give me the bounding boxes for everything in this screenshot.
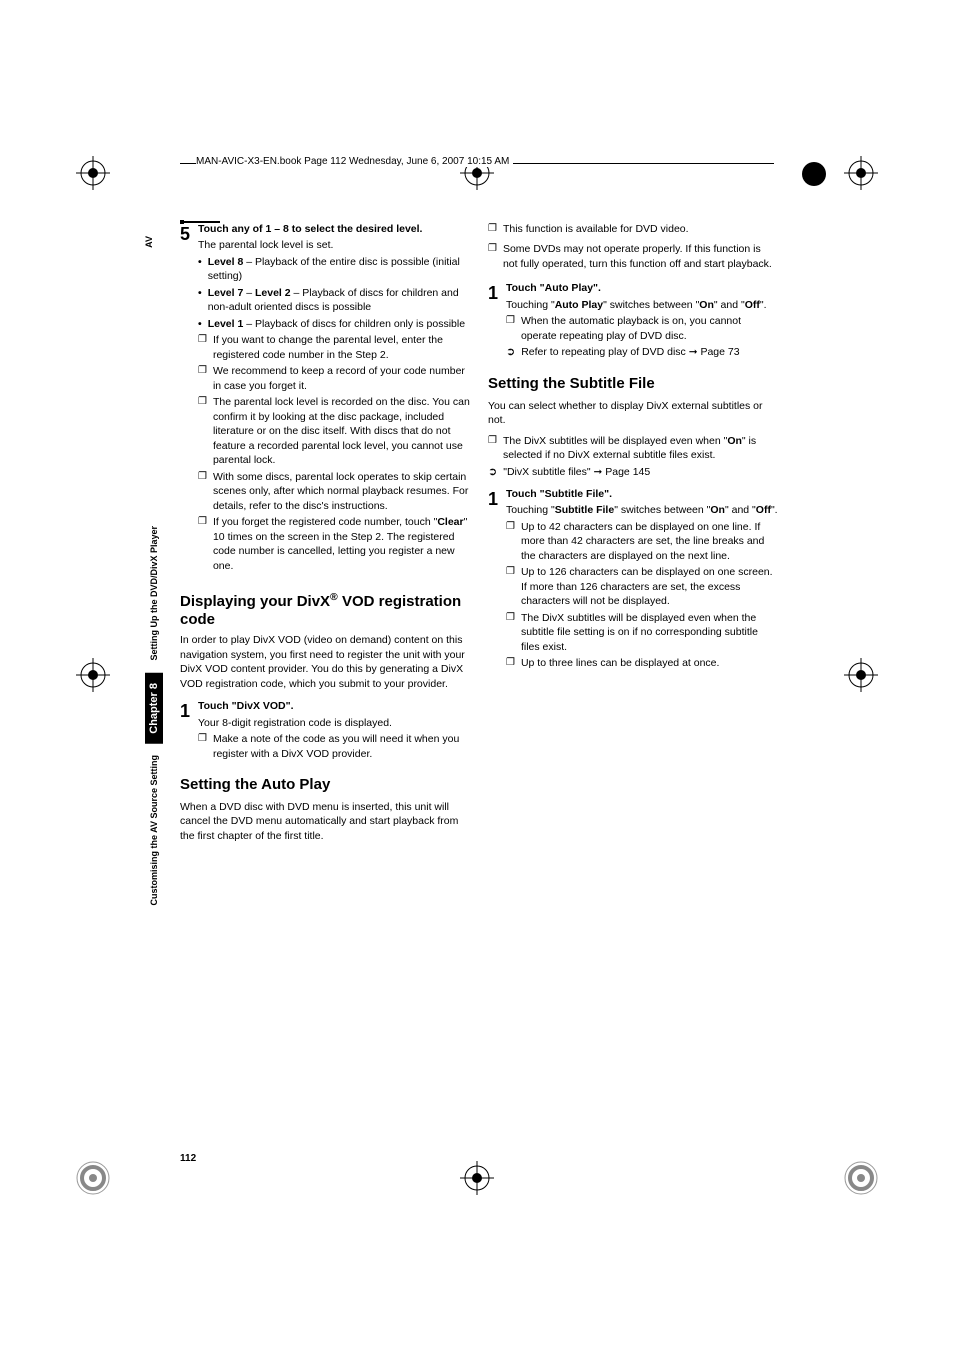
step-title: Touch "Subtitle File". xyxy=(506,487,778,501)
body-text: Up to three lines can be displayed at on… xyxy=(521,656,719,670)
bullet-icon xyxy=(198,286,202,315)
body-text: When the automatic playback is on, you c… xyxy=(521,314,778,343)
note-icon: ❐ xyxy=(506,565,515,608)
register-dot-icon xyxy=(802,162,826,186)
body-text: The DivX subtitles will be displayed eve… xyxy=(521,611,778,654)
header-text: MAN-AVIC-X3-EN.book Page 112 Wednesday, … xyxy=(196,156,513,167)
body-text: Make a note of the code as you will need… xyxy=(213,732,470,761)
corner-rule xyxy=(184,221,220,223)
register-mark-icon xyxy=(76,1161,110,1195)
body-text: The parental lock level is set. xyxy=(198,238,470,252)
body-text: If you forget the registered code number… xyxy=(213,515,470,573)
body-text: Level 7 – Level 2 – Playback of discs fo… xyxy=(208,286,470,315)
note-icon: ❐ xyxy=(198,515,207,573)
step-number: 1 xyxy=(488,281,502,312)
step-title: Touch "DivX VOD". xyxy=(198,699,470,713)
note-icon: ❐ xyxy=(488,434,497,463)
body-text: Touching "Auto Play" switches between "O… xyxy=(506,298,778,312)
register-mark-icon xyxy=(460,1161,494,1195)
body-text: This function is available for DVD video… xyxy=(503,222,689,236)
body-text: The parental lock level is recorded on t… xyxy=(213,395,470,467)
note-icon: ❐ xyxy=(198,470,207,513)
body-text: You can select whether to display DivX e… xyxy=(488,399,778,428)
body-text: Level 1 – Playback of discs for children… xyxy=(208,317,465,331)
note-icon: ❐ xyxy=(488,242,497,271)
page-number: 112 xyxy=(180,1153,196,1164)
note-icon: ❐ xyxy=(198,732,207,761)
body-text: Touching "Subtitle File" switches betwee… xyxy=(506,503,778,517)
step-number: 1 xyxy=(180,699,194,730)
body-text: Some DVDs may not operate properly. If t… xyxy=(503,242,778,271)
note-icon: ❐ xyxy=(506,314,515,343)
note-icon: ❐ xyxy=(488,222,497,236)
reference-icon: ➲ xyxy=(488,465,497,479)
body-text: In order to play DivX VOD (video on dema… xyxy=(180,633,470,691)
body-text: With some discs, parental lock operates … xyxy=(213,470,470,513)
note-icon: ❐ xyxy=(198,333,207,362)
chapter-tab: Chapter 8 xyxy=(145,673,163,744)
side-label: Customising the AV Source Setting xyxy=(149,755,159,906)
body-text: When a DVD disc with DVD menu is inserte… xyxy=(180,800,470,843)
step-title: Touch "Auto Play". xyxy=(506,281,778,295)
register-mark-icon xyxy=(844,156,878,190)
body-text: If you want to change the parental level… xyxy=(213,333,470,362)
body-text: Refer to repeating play of DVD disc ➞ Pa… xyxy=(521,345,739,359)
note-icon: ❐ xyxy=(198,395,207,467)
bullet-icon xyxy=(198,317,202,331)
note-icon: ❐ xyxy=(198,364,207,393)
body-text: Level 8 – Playback of the entire disc is… xyxy=(208,255,470,284)
step-title: Touch any of 1 – 8 to select the desired… xyxy=(198,222,470,236)
body-text: "DivX subtitle files" ➞ Page 145 xyxy=(503,465,650,479)
register-mark-icon xyxy=(76,658,110,692)
side-label-av: AV xyxy=(144,236,154,248)
section-heading: Displaying your DivX® VOD registration c… xyxy=(180,591,470,629)
body-text: Up to 42 characters can be displayed on … xyxy=(521,520,778,563)
body-text: Up to 126 characters can be displayed on… xyxy=(521,565,778,608)
body-text: The DivX subtitles will be displayed eve… xyxy=(503,434,778,463)
step-number: 5 xyxy=(180,222,194,253)
body-text: Your 8-digit registration code is displa… xyxy=(198,716,470,730)
step-number: 1 xyxy=(488,487,502,518)
column-right: ❐ This function is available for DVD vide… xyxy=(488,220,778,843)
register-mark-icon xyxy=(76,156,110,190)
section-heading: Setting the Subtitle File xyxy=(488,374,778,395)
side-label: Setting Up the DVD/DivX Player xyxy=(149,526,159,661)
register-mark-icon xyxy=(844,1161,878,1195)
body-text: We recommend to keep a record of your co… xyxy=(213,364,470,393)
note-icon: ❐ xyxy=(506,520,515,563)
bullet-icon xyxy=(198,255,202,284)
column-left: 5 Touch any of 1 – 8 to select the desir… xyxy=(180,220,470,843)
note-icon: ❐ xyxy=(506,611,515,654)
register-mark-icon xyxy=(844,658,878,692)
note-icon: ❐ xyxy=(506,656,515,670)
reference-icon: ➲ xyxy=(506,345,515,359)
section-heading: Setting the Auto Play xyxy=(180,775,470,796)
